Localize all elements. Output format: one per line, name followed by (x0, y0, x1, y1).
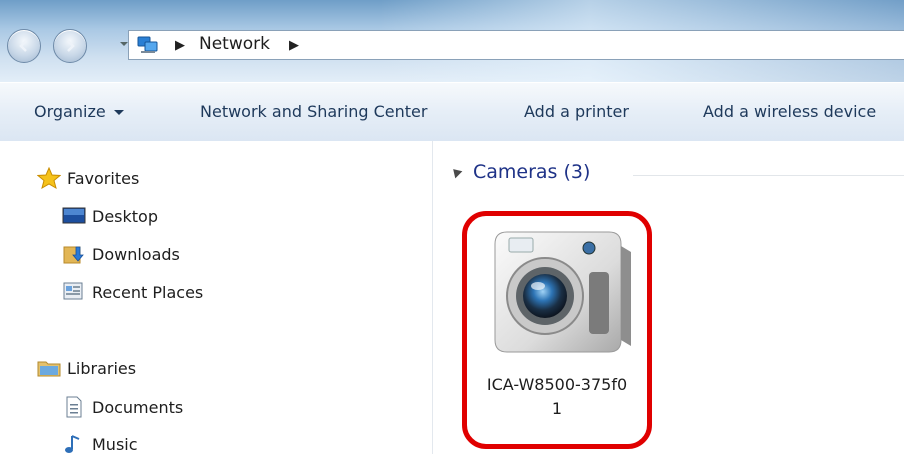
sidebar-item-label: Desktop (92, 206, 158, 226)
sidebar-item-documents[interactable]: Documents (62, 394, 183, 420)
sidebar-item-favorites[interactable]: Favorites (37, 165, 139, 191)
title-bar: ▶ Network ▶ (0, 0, 904, 82)
recent-pages-dropdown[interactable] (120, 42, 128, 46)
navigation-pane[interactable]: Favorites Desktop Downloads Recent Place… (0, 141, 433, 454)
sidebar-item-label: Libraries (67, 358, 137, 378)
downloads-icon (63, 246, 84, 264)
back-arrow-icon (19, 40, 27, 52)
organize-button[interactable]: Organize (34, 102, 124, 121)
sidebar-item-label: Downloads (92, 244, 180, 264)
sidebar-item-label: Music (92, 434, 138, 454)
camera-icon (494, 231, 631, 353)
chevron-right-icon[interactable]: ▶ (175, 38, 185, 53)
network-sharing-center-button[interactable]: Network and Sharing Center (200, 102, 427, 121)
sidebar-item-music[interactable]: Music (62, 431, 138, 454)
forward-button[interactable] (53, 29, 87, 63)
group-divider (633, 175, 904, 176)
sidebar-item-libraries[interactable]: Libraries (37, 355, 136, 381)
command-bar: Organize Network and Sharing Center Add … (0, 82, 904, 142)
sidebar-item-desktop[interactable]: Desktop (62, 203, 158, 229)
device-camera-item[interactable]: ICA-W8500-375f0 1 (462, 211, 652, 449)
add-printer-button[interactable]: Add a printer (524, 102, 629, 121)
sidebar-item-label: Favorites (67, 168, 140, 188)
content-pane[interactable]: Cameras (3) ICA-W8500-375f0 1 (433, 141, 904, 454)
blank-area (843, 203, 904, 454)
add-wireless-device-button[interactable]: Add a wireless device (703, 102, 876, 121)
group-header-cameras[interactable]: Cameras (3) (449, 161, 591, 183)
group-label: Cameras (3) (473, 161, 591, 183)
sidebar-item-recent-places[interactable]: Recent Places (62, 279, 203, 305)
recent-places-icon (63, 282, 83, 300)
chevron-down-icon (113, 110, 124, 115)
documents-icon (66, 396, 82, 418)
device-name-line2: 1 (551, 399, 563, 418)
sidebar-item-label: Documents (92, 397, 184, 417)
collapse-triangle-icon[interactable] (449, 165, 463, 179)
breadcrumb-network[interactable]: Network (199, 34, 270, 54)
address-bar[interactable]: ▶ Network ▶ (128, 30, 904, 60)
network-icon (137, 36, 158, 53)
libraries-icon (37, 361, 61, 377)
star-icon (37, 167, 61, 189)
sidebar-item-label: Recent Places (92, 282, 204, 302)
back-button[interactable] (7, 29, 41, 63)
chevron-right-icon[interactable]: ▶ (289, 38, 299, 53)
device-name: ICA-W8500-375f0 1 (467, 373, 647, 421)
desktop-icon (62, 207, 86, 224)
organize-label: Organize (34, 102, 106, 121)
device-name-line1: ICA-W8500-375f0 (486, 375, 628, 394)
forward-arrow-icon (67, 40, 75, 52)
music-icon (65, 435, 80, 453)
sidebar-item-downloads[interactable]: Downloads (62, 241, 180, 267)
